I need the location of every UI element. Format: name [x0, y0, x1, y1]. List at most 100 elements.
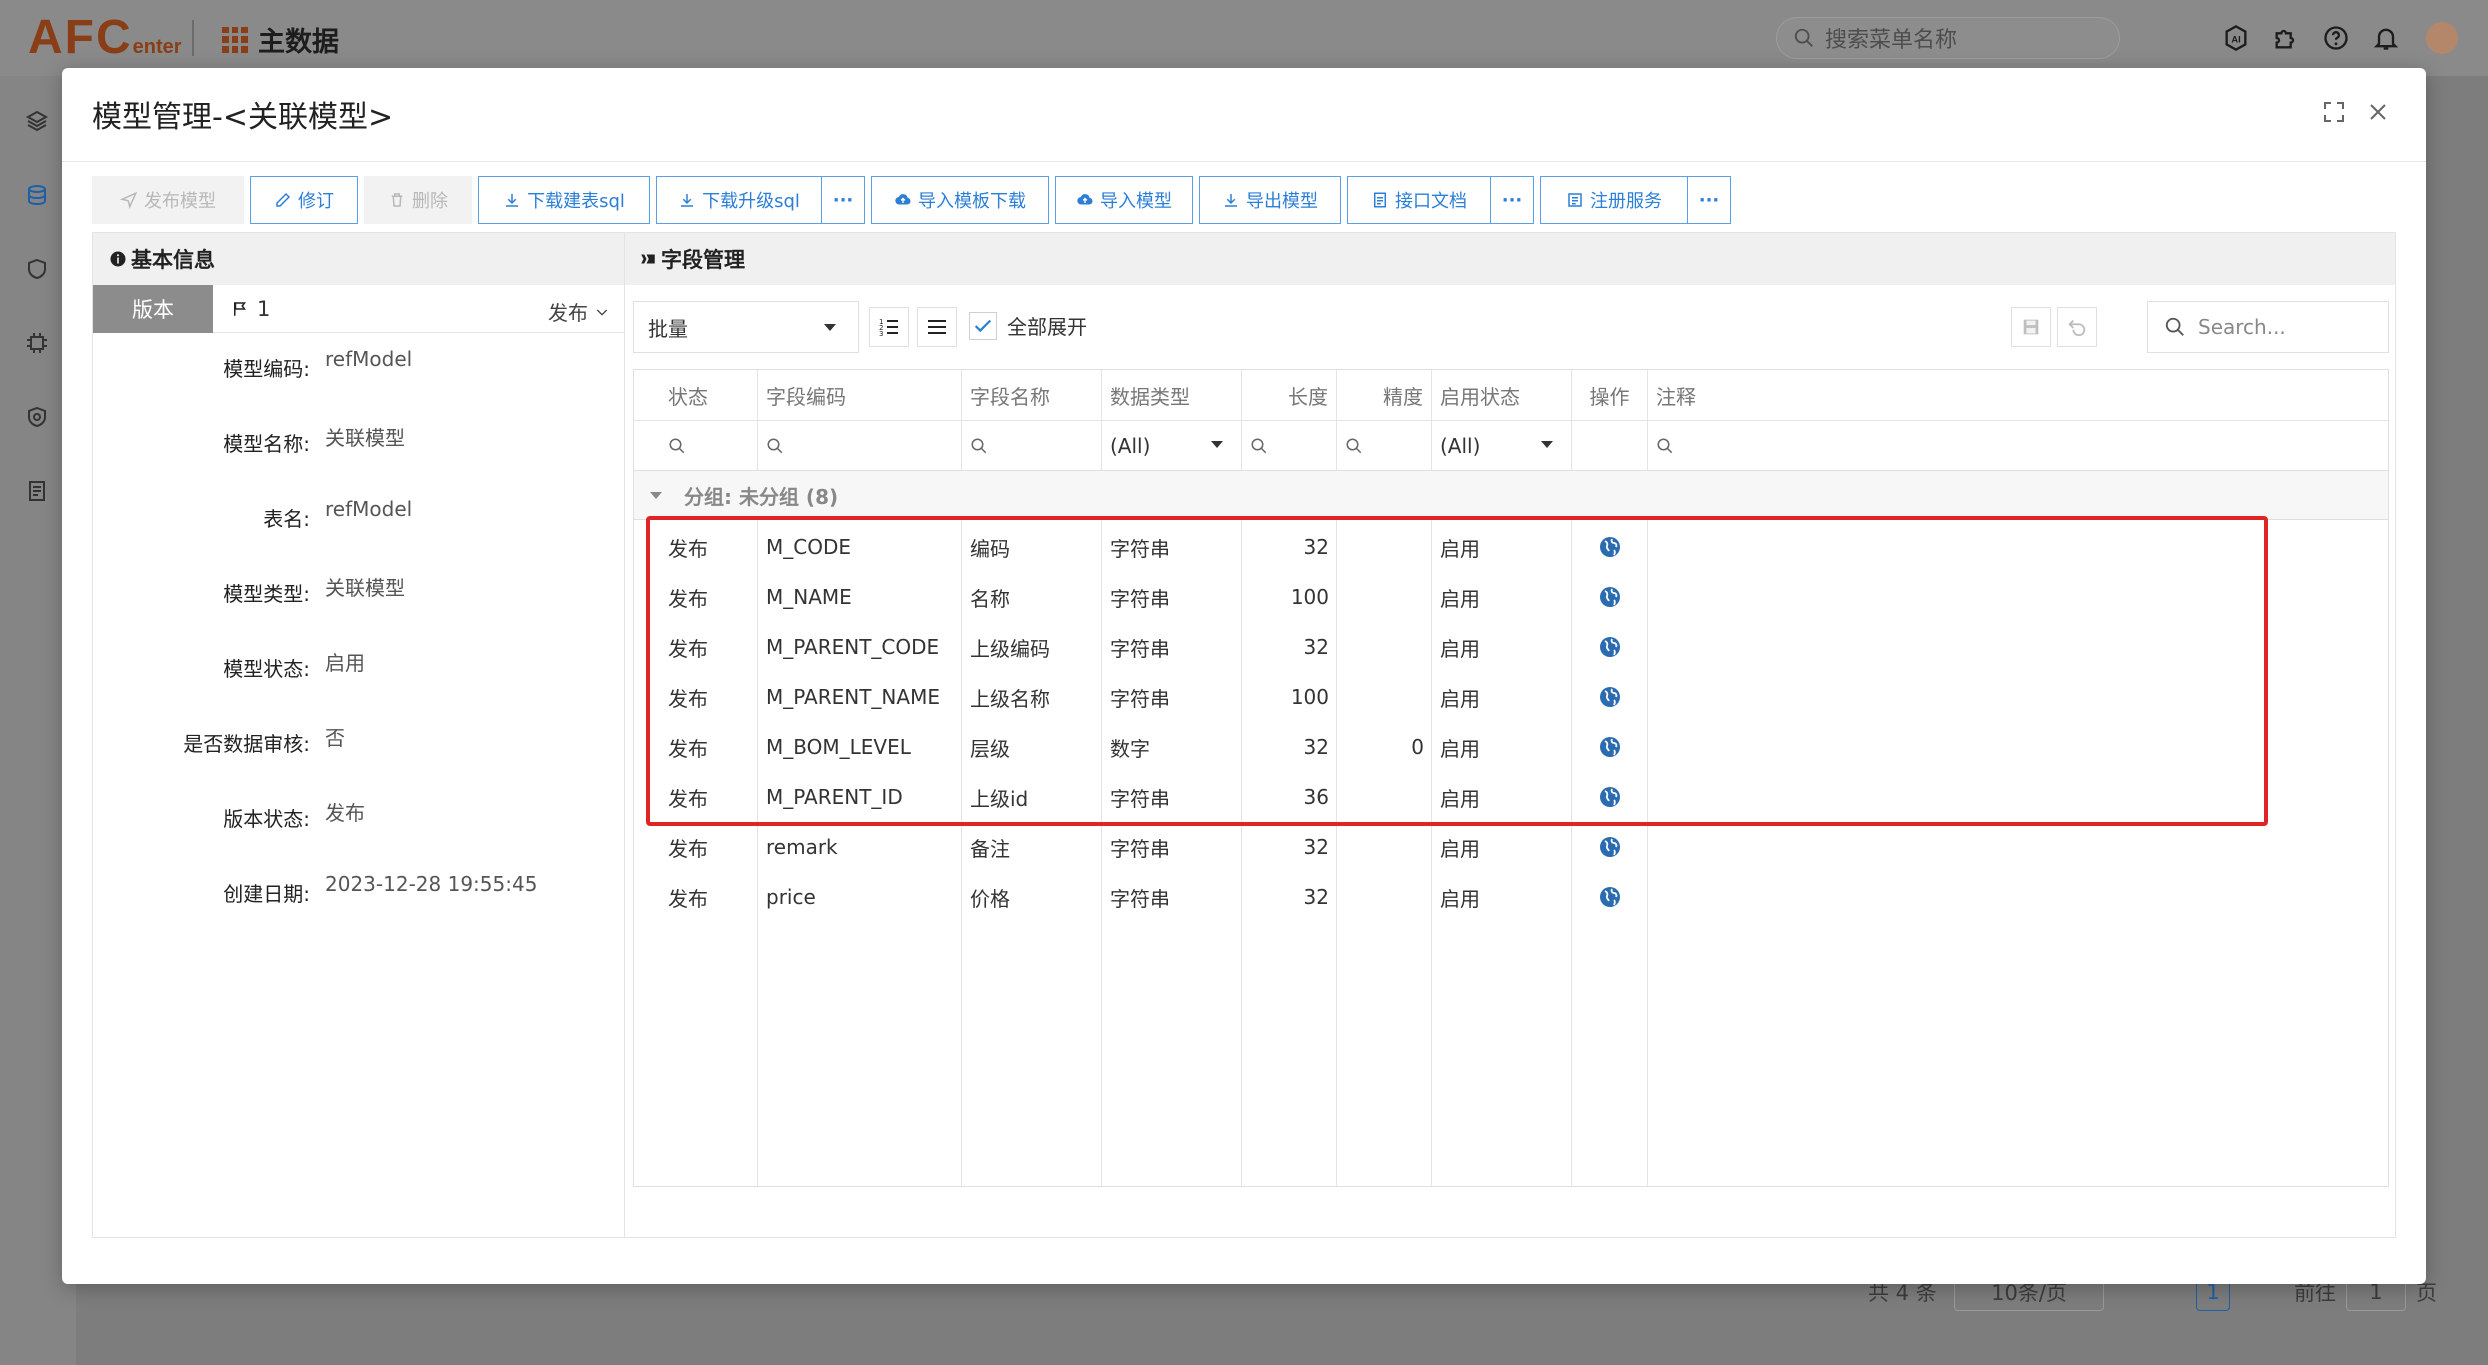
search-icon [2165, 317, 2184, 336]
download-icon [1225, 194, 1237, 207]
filter-select-enabled-status[interactable]: (All) [1432, 421, 1572, 470]
column-header-length[interactable]: 长度 [1242, 370, 1337, 420]
table-row[interactable]: 发布 remark 备注 字符串 32 启用 [634, 822, 2388, 872]
checkbox-checked[interactable] [969, 311, 997, 340]
api-docs-more-button[interactable]: ··· [1490, 176, 1534, 224]
api-docs-button[interactable]: 接口文档 [1347, 176, 1491, 224]
plugin-icon[interactable] [2270, 22, 2302, 54]
expand-all-checkbox[interactable]: 全部展开 [969, 311, 1087, 340]
globe-icon[interactable] [1598, 785, 1622, 809]
delete-button[interactable]: 删除 [364, 176, 472, 224]
batch-select[interactable]: 批量 [633, 301, 859, 353]
filter-input-precision[interactable] [1337, 421, 1432, 470]
revise-button[interactable]: 修订 [250, 176, 358, 224]
cell-length: 32 [1303, 835, 1329, 859]
cell-field-code: M_PARENT_NAME [766, 685, 940, 709]
globe-icon[interactable] [1598, 835, 1622, 859]
maximize-icon[interactable] [2316, 94, 2352, 130]
table-row[interactable]: 发布 M_PARENT_NAME 上级名称 字符串 100 启用 [634, 672, 2388, 722]
table-row[interactable]: 发布 M_BOM_LEVEL 层级 数字 32 0 启用 [634, 722, 2388, 772]
app-logo[interactable]: AFCenter [28, 10, 182, 65]
chip-icon[interactable] [22, 328, 52, 358]
cell-actions [1572, 572, 1648, 622]
version-status-dropdown[interactable]: 发布 [548, 297, 610, 326]
column-header-field-code[interactable]: 字段编码 [758, 370, 962, 420]
cell-field-code: M_PARENT_CODE [766, 635, 940, 659]
download-create-sql-button[interactable]: 下载建表sql [478, 176, 650, 224]
column-header-field-name[interactable]: 字段名称 [962, 370, 1102, 420]
filter-select-data-type[interactable]: (All) [1102, 421, 1242, 470]
globe-icon[interactable] [1598, 585, 1622, 609]
import-model-button[interactable]: 导入模型 [1055, 176, 1193, 224]
import-template-download-button[interactable]: 导入模板下载 [871, 176, 1049, 224]
globe-icon[interactable] [1598, 685, 1622, 709]
column-header-actions[interactable]: 操作 [1572, 370, 1648, 420]
column-header-precision[interactable]: 精度 [1337, 370, 1432, 420]
table-row[interactable]: 发布 M_PARENT_ID 上级id 字符串 36 启用 [634, 772, 2388, 822]
undo-icon [2068, 319, 2086, 337]
menu-search-input[interactable]: 搜索菜单名称 [1776, 17, 2120, 59]
save-grid-button[interactable] [2011, 307, 2051, 347]
cell-status: 发布 [668, 886, 708, 911]
svg-text:3: 3 [879, 330, 883, 338]
field-grid: 状态 字段编码 字段名称 数据类型 长度 精度 启用状态 操作 注释 (All) (All) 分组… [633, 369, 2389, 1187]
export-model-button[interactable]: 导出模型 [1199, 176, 1341, 224]
filter-input-status[interactable] [634, 421, 758, 470]
layers-icon[interactable] [22, 106, 52, 136]
database-icon[interactable] [22, 180, 52, 210]
field-filter-bar: 批量 123 全部展开 Search... [633, 301, 2389, 353]
register-service-more-button[interactable]: ··· [1687, 176, 1731, 224]
table-row[interactable]: 发布 price 价格 字符串 32 启用 [634, 872, 2388, 922]
cell-status: 发布 [668, 836, 708, 861]
info-row: 模型编码: refModel [93, 343, 624, 418]
publish-model-button[interactable]: 发布模型 [92, 176, 244, 224]
table-row[interactable]: 发布 M_PARENT_CODE 上级编码 字符串 32 启用 [634, 622, 2388, 672]
list-view-button[interactable] [917, 307, 957, 347]
collapse-caret-icon[interactable] [650, 491, 662, 499]
info-label: 模型状态: [223, 657, 310, 681]
table-row[interactable]: 发布 M_NAME 名称 字符串 100 启用 [634, 572, 2388, 622]
cell-length: 32 [1303, 885, 1329, 909]
globe-icon[interactable] [1598, 735, 1622, 759]
api-docs-group: 接口文档 ··· [1347, 176, 1534, 224]
app-title[interactable]: 主数据 [222, 20, 339, 59]
column-header-comment[interactable]: 注释 [1648, 370, 2388, 420]
logo-divider [192, 20, 194, 56]
cell-actions [1572, 522, 1648, 572]
close-icon[interactable] [2360, 94, 2396, 130]
group-row[interactable]: 分组: 未分组 (8) [634, 470, 2388, 520]
list-icon [928, 320, 946, 334]
download-upgrade-sql-button[interactable]: 下载升级sql [656, 176, 822, 224]
cell-comment [1648, 772, 2388, 822]
ordered-list-button[interactable]: 123 [869, 307, 909, 347]
globe-icon[interactable] [1598, 885, 1622, 909]
filter-input-comment[interactable] [1648, 421, 2388, 470]
user-avatar[interactable] [2426, 22, 2458, 54]
document-list-icon[interactable] [22, 476, 52, 506]
search-icon [971, 438, 987, 453]
version-tag[interactable]: 版本 [93, 284, 213, 333]
version-row: 版本 1 发布 [93, 284, 624, 333]
upgrade-sql-group: 下载升级sql ··· [656, 176, 865, 224]
register-service-button[interactable]: 注册服务 [1540, 176, 1688, 224]
globe-icon[interactable] [1598, 635, 1622, 659]
filter-input-field-name[interactable] [962, 421, 1102, 470]
column-header-status[interactable]: 状态 [634, 370, 758, 420]
globe-icon[interactable] [1598, 535, 1622, 559]
filter-input-length[interactable] [1242, 421, 1337, 470]
field-management-panel: 字段管理 批量 123 全部展开 Search... 状态 字段编码 字段名称 … [625, 233, 2395, 1237]
column-header-enabled-status[interactable]: 启用状态 [1432, 370, 1572, 420]
grid-search-input[interactable]: Search... [2147, 301, 2389, 353]
filter-input-field-code[interactable] [758, 421, 962, 470]
notification-bell-icon[interactable] [2370, 22, 2402, 54]
ai-assistant-icon[interactable]: AI [2220, 22, 2252, 54]
search-icon [669, 438, 685, 453]
security-shield-icon[interactable] [22, 402, 52, 432]
column-header-data-type[interactable]: 数据类型 [1102, 370, 1242, 420]
shield-icon[interactable] [22, 254, 52, 284]
undo-button[interactable] [2057, 307, 2097, 347]
upgrade-sql-more-button[interactable]: ··· [821, 176, 865, 224]
table-row[interactable]: 发布 M_CODE 编码 字符串 32 启用 [634, 522, 2388, 572]
help-icon[interactable] [2320, 22, 2352, 54]
cell-field-name: 上级编码 [970, 636, 1050, 661]
